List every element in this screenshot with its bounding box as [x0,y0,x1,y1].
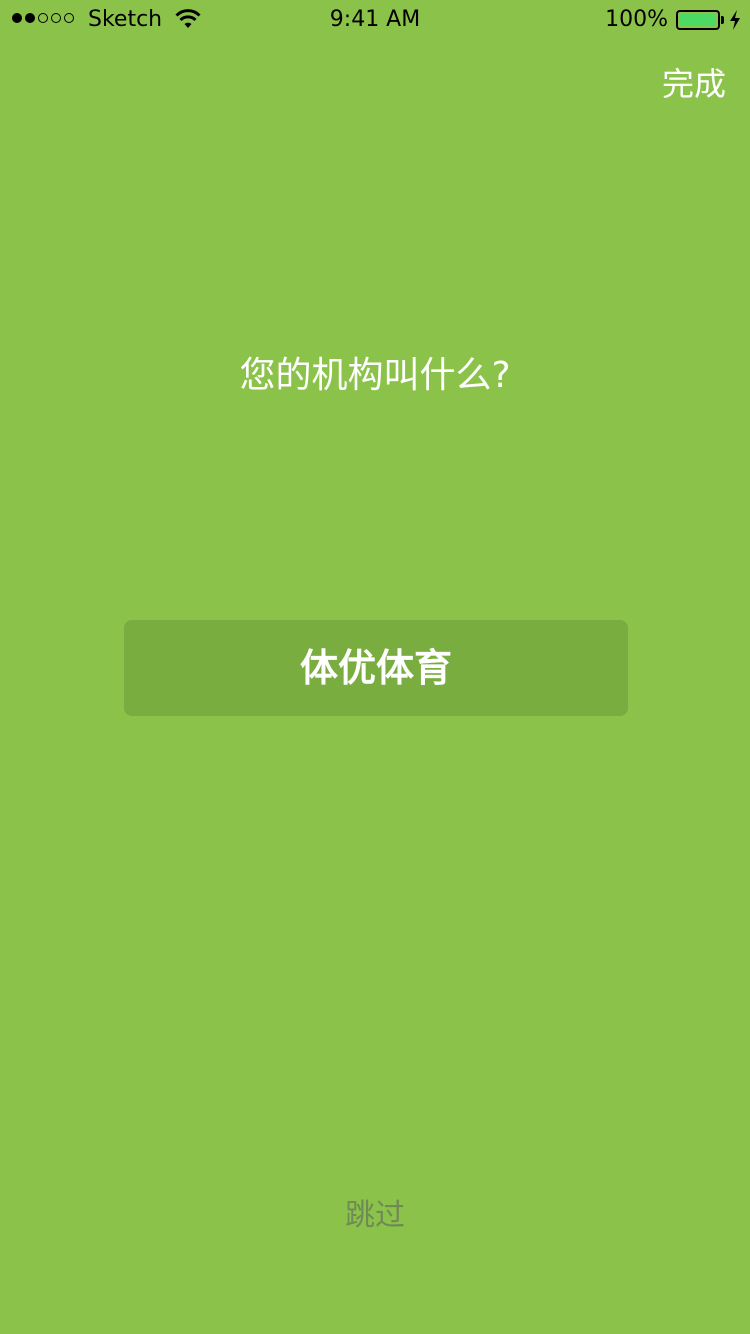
skip-link-container: 跳过 [0,1196,750,1236]
battery-cap [721,16,724,24]
organization-name-input[interactable] [124,620,628,716]
battery-icon [676,10,720,30]
battery-percentage: 100% [605,7,668,32]
done-button[interactable]: 完成 [662,64,726,104]
skip-link[interactable]: 跳过 [345,1198,405,1233]
status-bar: Sketch 9:41 AM 100% [0,0,750,40]
battery-fill [680,14,716,26]
onboarding-screen: Sketch 9:41 AM 100% 完成 您的机构叫什么? 跳过 [0,0,750,1334]
question-heading: 您的机构叫什么? [239,355,511,396]
charging-bolt-icon [730,10,740,30]
